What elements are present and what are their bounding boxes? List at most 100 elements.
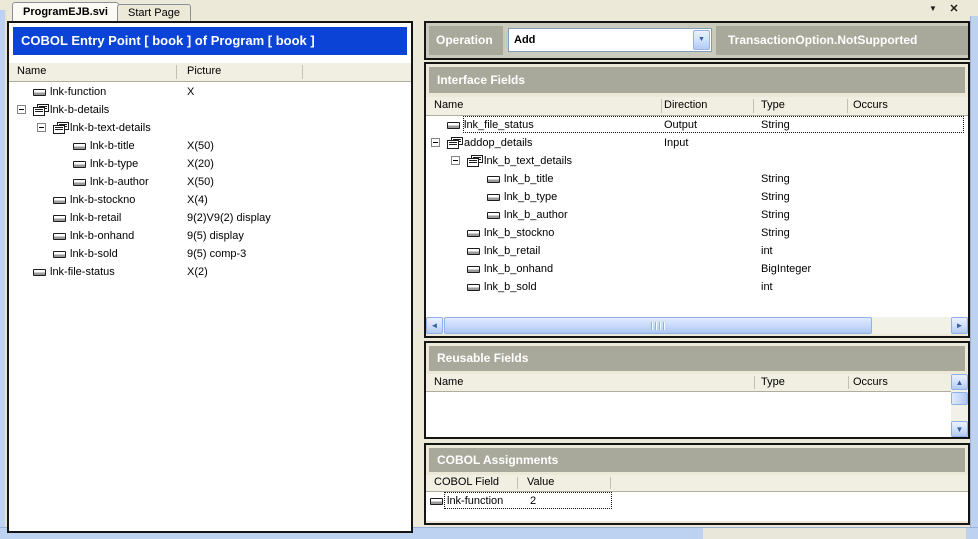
scroll-up-icon[interactable]: ▲ bbox=[951, 374, 968, 390]
column-header-value: Value bbox=[527, 476, 554, 488]
tree-row[interactable]: lnk-b-stocknoX(4) bbox=[9, 191, 411, 209]
collapse-icon[interactable] bbox=[37, 123, 46, 132]
column-separator[interactable] bbox=[754, 376, 755, 389]
field-icon bbox=[53, 251, 66, 258]
operation-select[interactable]: Add ▼ bbox=[508, 28, 712, 52]
field-icon bbox=[73, 161, 86, 168]
picture-cell: X(50) bbox=[187, 137, 214, 155]
item-name: lnk_b_text_details bbox=[484, 152, 572, 170]
tree-row[interactable]: lnk_b_authorString bbox=[426, 206, 968, 224]
column-header-occurs: Occurs bbox=[853, 376, 888, 388]
reusable-fields-body bbox=[426, 392, 951, 437]
operation-bar-panel: Operation Add ▼ TransactionOption.NotSup… bbox=[424, 21, 970, 60]
collapse-icon[interactable] bbox=[451, 156, 460, 165]
interface-fields-tree: lnk_file_statusOutputStringaddop_details… bbox=[426, 116, 968, 317]
tree-row[interactable]: lnk-b-typeX(20) bbox=[9, 155, 411, 173]
tree-row[interactable]: lnk_b_soldint bbox=[426, 278, 968, 296]
horizontal-scrollbar[interactable]: ◄ ► bbox=[426, 317, 968, 334]
type-cell: String bbox=[761, 188, 790, 206]
field-icon bbox=[467, 266, 480, 273]
tree-row[interactable]: lnk_b_onhand BigInteger bbox=[426, 260, 968, 278]
dropdown-icon[interactable]: ▼ bbox=[693, 30, 710, 50]
field-icon bbox=[487, 176, 500, 183]
tree-row[interactable]: lnk-b-details bbox=[9, 101, 411, 119]
tree-row[interactable]: lnk-b-titleX(50) bbox=[9, 137, 411, 155]
item-name: lnk-function bbox=[447, 492, 503, 510]
tree-row[interactable]: lnk-functionX bbox=[9, 83, 411, 101]
transaction-option-label: TransactionOption.NotSupported bbox=[716, 26, 968, 55]
status-strip bbox=[703, 528, 966, 539]
scroll-down-icon[interactable]: ▼ bbox=[951, 421, 968, 437]
tab-list-dropdown-icon[interactable]: ▼ bbox=[926, 4, 940, 13]
tree-row[interactable]: lnk-b-text-details bbox=[9, 119, 411, 137]
vertical-scrollbar[interactable]: ▲ ▼ bbox=[951, 374, 968, 437]
tree-row[interactable]: lnk-b-sold9(5) comp-3 bbox=[9, 245, 411, 263]
item-name: lnk-b-retail bbox=[70, 209, 121, 227]
field-icon bbox=[53, 197, 66, 204]
column-header-cobol-field: COBOL Field bbox=[434, 476, 499, 488]
tab-programejb-svi[interactable]: ProgramEJB.svi bbox=[12, 2, 119, 21]
field-icon bbox=[487, 194, 500, 201]
tree-row[interactable]: lnk_file_statusOutputString bbox=[426, 116, 968, 134]
close-icon[interactable]: ✕ bbox=[946, 2, 962, 15]
tree-row[interactable]: lnk_b_retailint bbox=[426, 242, 968, 260]
picture-cell: 9(5) comp-3 bbox=[187, 245, 246, 263]
field-icon bbox=[447, 122, 460, 129]
scroll-right-icon[interactable]: ► bbox=[951, 317, 968, 334]
scrollbar-grip bbox=[651, 322, 665, 330]
item-name: lnk_b_onhand bbox=[484, 260, 553, 278]
column-separator[interactable] bbox=[176, 65, 177, 79]
field-icon bbox=[73, 143, 86, 150]
column-separator[interactable] bbox=[753, 99, 754, 113]
group-icon bbox=[447, 137, 463, 149]
column-separator[interactable] bbox=[847, 99, 848, 113]
operation-label: Operation bbox=[429, 26, 503, 55]
column-separator[interactable] bbox=[661, 99, 662, 113]
tree-row[interactable]: lnk_b_type String bbox=[426, 188, 968, 206]
column-separator[interactable] bbox=[848, 376, 849, 389]
column-header-direction: Direction bbox=[664, 99, 707, 111]
scrollbar-thumb[interactable] bbox=[444, 317, 872, 334]
tab-start-page[interactable]: Start Page bbox=[117, 4, 191, 21]
tree-row[interactable]: lnk_b_text_details bbox=[426, 152, 968, 170]
scroll-left-icon[interactable]: ◄ bbox=[426, 317, 443, 334]
item-name: lnk_b_type bbox=[504, 188, 557, 206]
column-separator[interactable] bbox=[610, 477, 611, 489]
item-name: addop_details bbox=[464, 134, 533, 152]
tree-row[interactable]: lnk_b_stockno String bbox=[426, 224, 968, 242]
cobol-entry-point-panel: COBOL Entry Point [ book ] of Program [ … bbox=[7, 21, 413, 533]
field-icon bbox=[467, 230, 480, 237]
type-cell: String bbox=[761, 224, 790, 242]
field-icon bbox=[487, 212, 500, 219]
row-focus-outline bbox=[463, 116, 964, 133]
cobol-entry-point-tree: lnk-functionXlnk-b-detailslnk-b-text-det… bbox=[9, 83, 411, 283]
collapse-icon[interactable] bbox=[431, 138, 440, 147]
column-separator[interactable] bbox=[517, 477, 518, 489]
scrollbar-thumb[interactable] bbox=[951, 392, 968, 405]
column-separator[interactable] bbox=[302, 65, 303, 79]
tree-row[interactable]: lnk-function2 bbox=[426, 492, 968, 510]
tree-row[interactable]: lnk_b_title String bbox=[426, 170, 968, 188]
column-header-name: Name bbox=[434, 99, 463, 111]
tree-row[interactable]: lnk-b-retail9(2)V9(2) display bbox=[9, 209, 411, 227]
item-name: lnk_b_title bbox=[504, 170, 554, 188]
tree-row[interactable]: addop_detailsInput bbox=[426, 134, 968, 152]
tree-row[interactable]: lnk-b-onhand 9(5) display bbox=[9, 227, 411, 245]
type-cell: String bbox=[761, 206, 790, 224]
reusable-column-header: Name Type Occurs bbox=[426, 374, 951, 392]
type-cell: String bbox=[761, 170, 790, 188]
picture-cell: X(4) bbox=[187, 191, 208, 209]
picture-cell: 9(5) display bbox=[187, 227, 244, 245]
tree-row[interactable]: lnk-b-authorX(50) bbox=[9, 173, 411, 191]
tree-row[interactable]: lnk-file-statusX(2) bbox=[9, 263, 411, 281]
field-icon bbox=[430, 498, 443, 505]
window-frame-left bbox=[0, 10, 7, 539]
interface-column-header: Name Direction Type Occurs bbox=[426, 97, 968, 116]
cobol-assignments-column-header: COBOL Field Value bbox=[426, 475, 968, 492]
collapse-icon[interactable] bbox=[17, 105, 26, 114]
window-frame-right bbox=[970, 16, 978, 539]
item-name: lnk_b_stockno bbox=[484, 224, 554, 242]
item-name: lnk-b-onhand bbox=[70, 227, 134, 245]
type-cell: BigInteger bbox=[761, 260, 811, 278]
group-icon bbox=[467, 155, 483, 167]
